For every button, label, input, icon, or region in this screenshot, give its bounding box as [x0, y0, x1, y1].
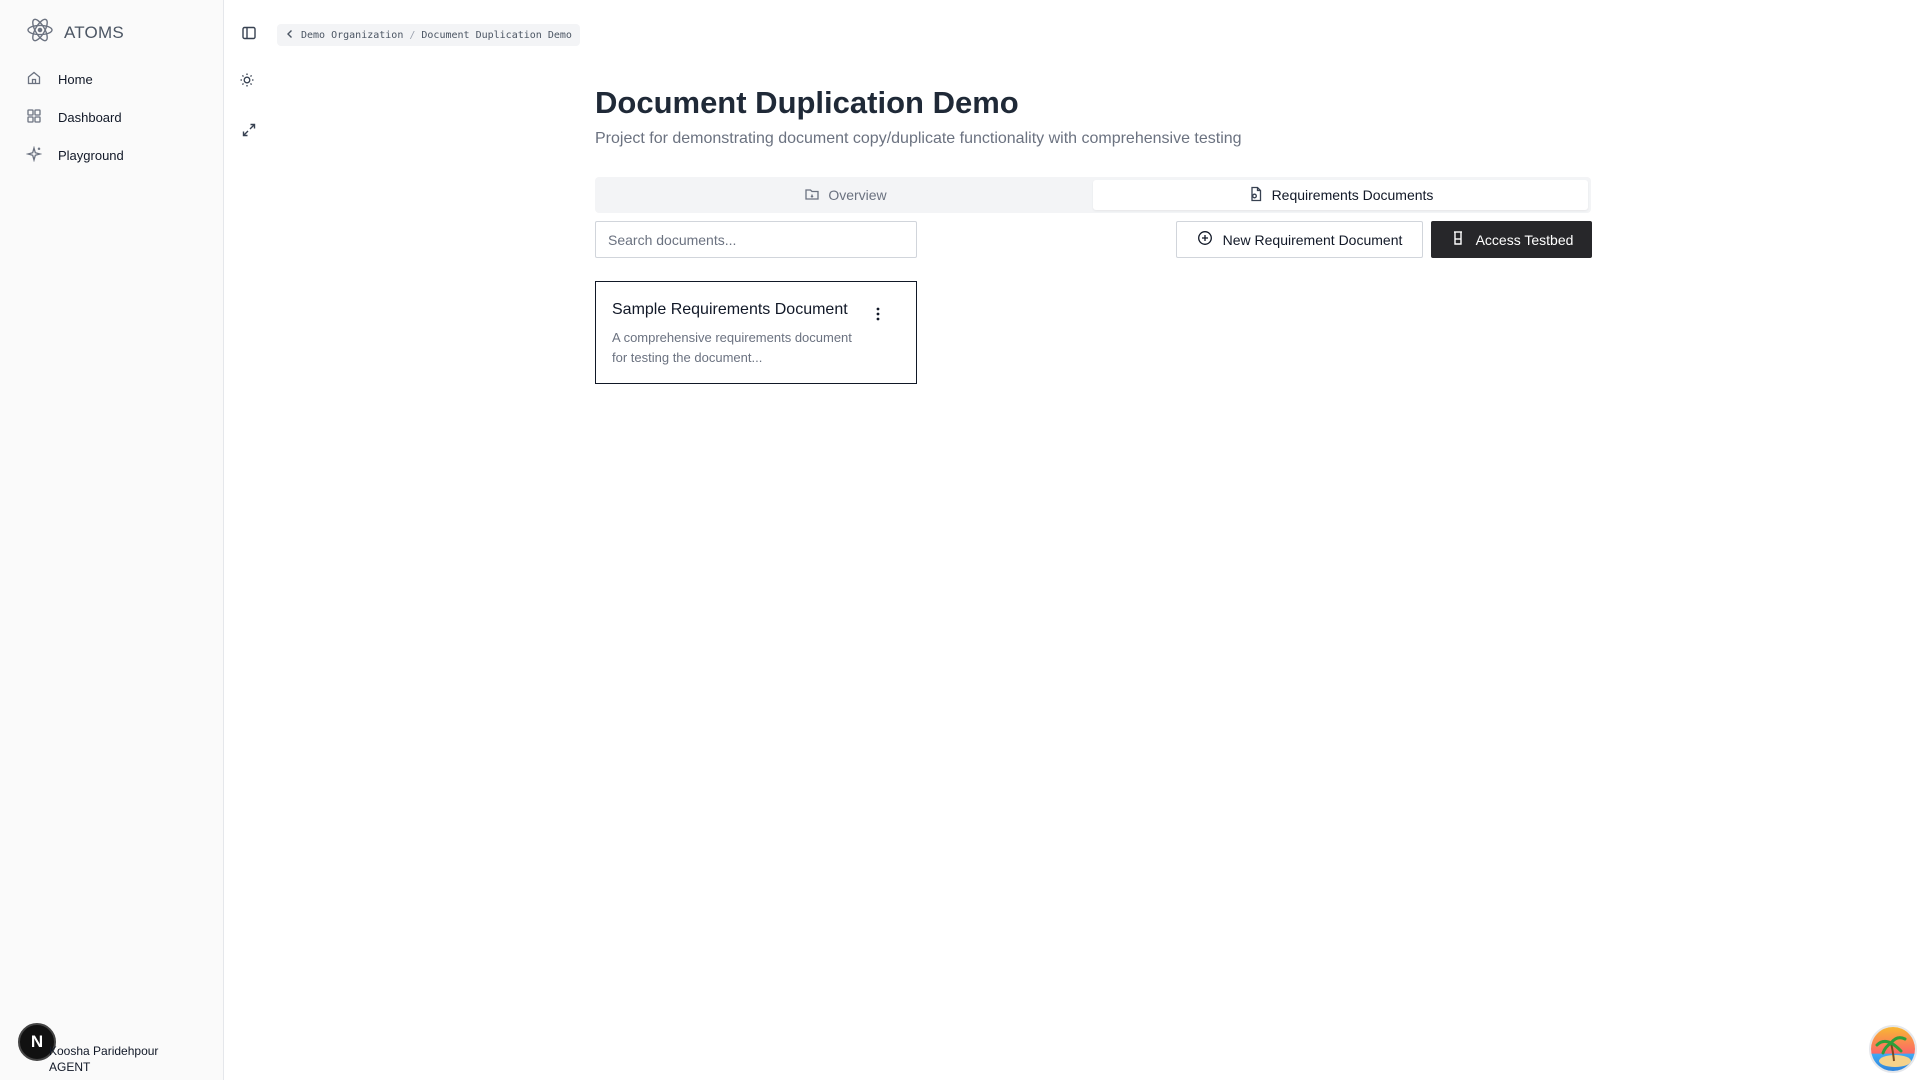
- home-icon: [26, 70, 42, 89]
- panel-left-icon: [241, 25, 257, 46]
- sun-icon: [239, 72, 255, 93]
- document-settings-icon: [1248, 186, 1264, 205]
- button-label: Access Testbed: [1475, 231, 1574, 248]
- atom-icon: [26, 16, 54, 49]
- page-subtitle: Project for demonstrating document copy/…: [595, 130, 1242, 147]
- page-title: Document Duplication Demo: [595, 85, 1019, 120]
- dashboard-icon: [26, 108, 42, 127]
- plus-circle-icon: [1197, 230, 1213, 249]
- document-card[interactable]: Sample Requirements Document A comprehen…: [595, 281, 917, 384]
- tab-overview[interactable]: Overview: [598, 180, 1093, 210]
- sidebar: ATOMS Home Dashboard Playground N Koosha…: [0, 0, 224, 1080]
- new-requirement-document-button[interactable]: New Requirement Document: [1176, 221, 1423, 258]
- document-menu-button[interactable]: [868, 304, 888, 328]
- tab-requirements-documents[interactable]: Requirements Documents: [1093, 180, 1588, 210]
- sidebar-item-label: Playground: [58, 147, 124, 163]
- sidebar-toggle-button[interactable]: [237, 23, 261, 47]
- search-input[interactable]: [595, 221, 917, 258]
- tab-label: Overview: [828, 187, 887, 203]
- theme-toggle-button[interactable]: [235, 70, 259, 94]
- app-logo[interactable]: ATOMS: [26, 16, 124, 49]
- button-label: New Requirement Document: [1222, 231, 1403, 248]
- test-tube-icon: [1450, 230, 1466, 249]
- beach-island-icon: [1871, 1027, 1915, 1071]
- breadcrumb-project: Document Duplication Demo: [421, 29, 572, 41]
- sidebar-nav: Home Dashboard Playground: [0, 64, 224, 178]
- document-description: A comprehensive requirements document fo…: [612, 330, 852, 365]
- folder-icon: [804, 186, 820, 205]
- breadcrumb-separator: /: [409, 29, 416, 41]
- user-name: Koosha Paridehpour: [49, 1044, 159, 1058]
- sidebar-item-label: Dashboard: [58, 109, 122, 125]
- sparkle-icon: [25, 145, 43, 165]
- sidebar-item-home[interactable]: Home: [8, 64, 216, 94]
- document-title: Sample Requirements Document: [612, 301, 848, 318]
- tab-list: Overview Requirements Documents: [595, 177, 1591, 213]
- user-role: AGENT: [49, 1060, 91, 1074]
- breadcrumb-organization[interactable]: Demo Organization: [301, 30, 403, 41]
- sidebar-item-label: Home: [58, 71, 93, 87]
- tab-label: Requirements Documents: [1271, 187, 1434, 203]
- expand-button[interactable]: [237, 120, 261, 144]
- assistant-avatar[interactable]: [1869, 1025, 1917, 1073]
- sidebar-item-dashboard[interactable]: Dashboard: [8, 102, 216, 132]
- access-testbed-button[interactable]: Access Testbed: [1431, 221, 1592, 258]
- app-name: ATOMS: [64, 22, 124, 42]
- expand-icon: [241, 122, 257, 143]
- chevron-left-icon[interactable]: [285, 29, 295, 42]
- user-profile[interactable]: N Koosha Paridehpour AGENT: [18, 1023, 218, 1074]
- more-vertical-icon: [876, 307, 880, 326]
- breadcrumb: Demo Organization / Document Duplication…: [277, 24, 580, 46]
- sidebar-item-playground[interactable]: Playground: [8, 140, 216, 170]
